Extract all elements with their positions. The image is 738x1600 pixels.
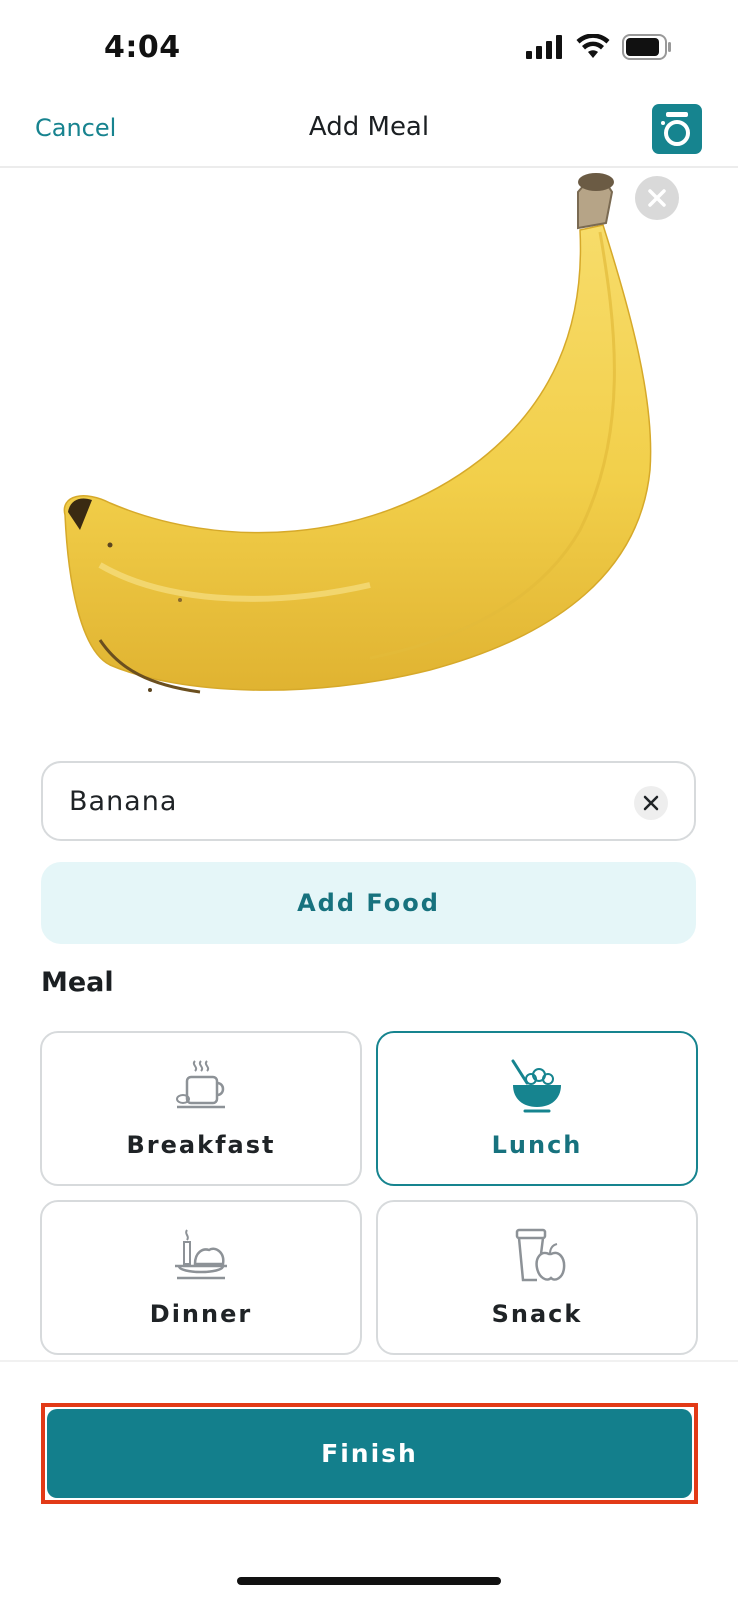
meal-option-label: Snack — [491, 1300, 583, 1328]
snack-apple-icon — [515, 1228, 566, 1282]
finish-button[interactable]: Finish — [47, 1409, 692, 1498]
close-icon — [648, 189, 666, 207]
meal-section-label: Meal — [41, 967, 114, 998]
battery-icon — [622, 34, 671, 60]
camera-button[interactable] — [652, 104, 702, 154]
meal-option-label: Lunch — [491, 1131, 583, 1159]
camera-icon — [661, 112, 690, 146]
meal-option-dinner[interactable]: Dinner — [40, 1200, 362, 1355]
food-entry-field[interactable] — [41, 761, 696, 841]
meal-option-snack[interactable]: Snack — [376, 1200, 698, 1355]
meal-option-label: Breakfast — [126, 1131, 276, 1159]
status-bar: 4:04 — [0, 0, 738, 96]
meal-option-breakfast[interactable]: Breakfast — [40, 1031, 362, 1186]
food-name-input[interactable] — [69, 781, 609, 821]
wifi-icon — [576, 34, 610, 58]
home-indicator — [237, 1577, 501, 1585]
coffee-cup-icon — [176, 1060, 225, 1109]
page-title: Add Meal — [308, 112, 430, 142]
navigation-bar: Cancel Add Meal — [0, 96, 738, 168]
status-icons — [526, 34, 672, 60]
signal-icon — [526, 35, 562, 59]
bowl-icon — [511, 1059, 561, 1113]
meal-option-label: Dinner — [149, 1300, 253, 1328]
clear-food-button[interactable] — [634, 786, 668, 820]
dinner-plate-icon — [175, 1229, 227, 1280]
banana-image — [63, 173, 652, 694]
meal-option-lunch[interactable]: Lunch — [376, 1031, 698, 1186]
add-food-button[interactable]: Add Food — [41, 862, 696, 944]
footer-divider — [0, 1360, 738, 1362]
remove-photo-button[interactable] — [635, 176, 679, 220]
close-icon — [643, 795, 659, 811]
status-time: 4:04 — [104, 30, 181, 65]
